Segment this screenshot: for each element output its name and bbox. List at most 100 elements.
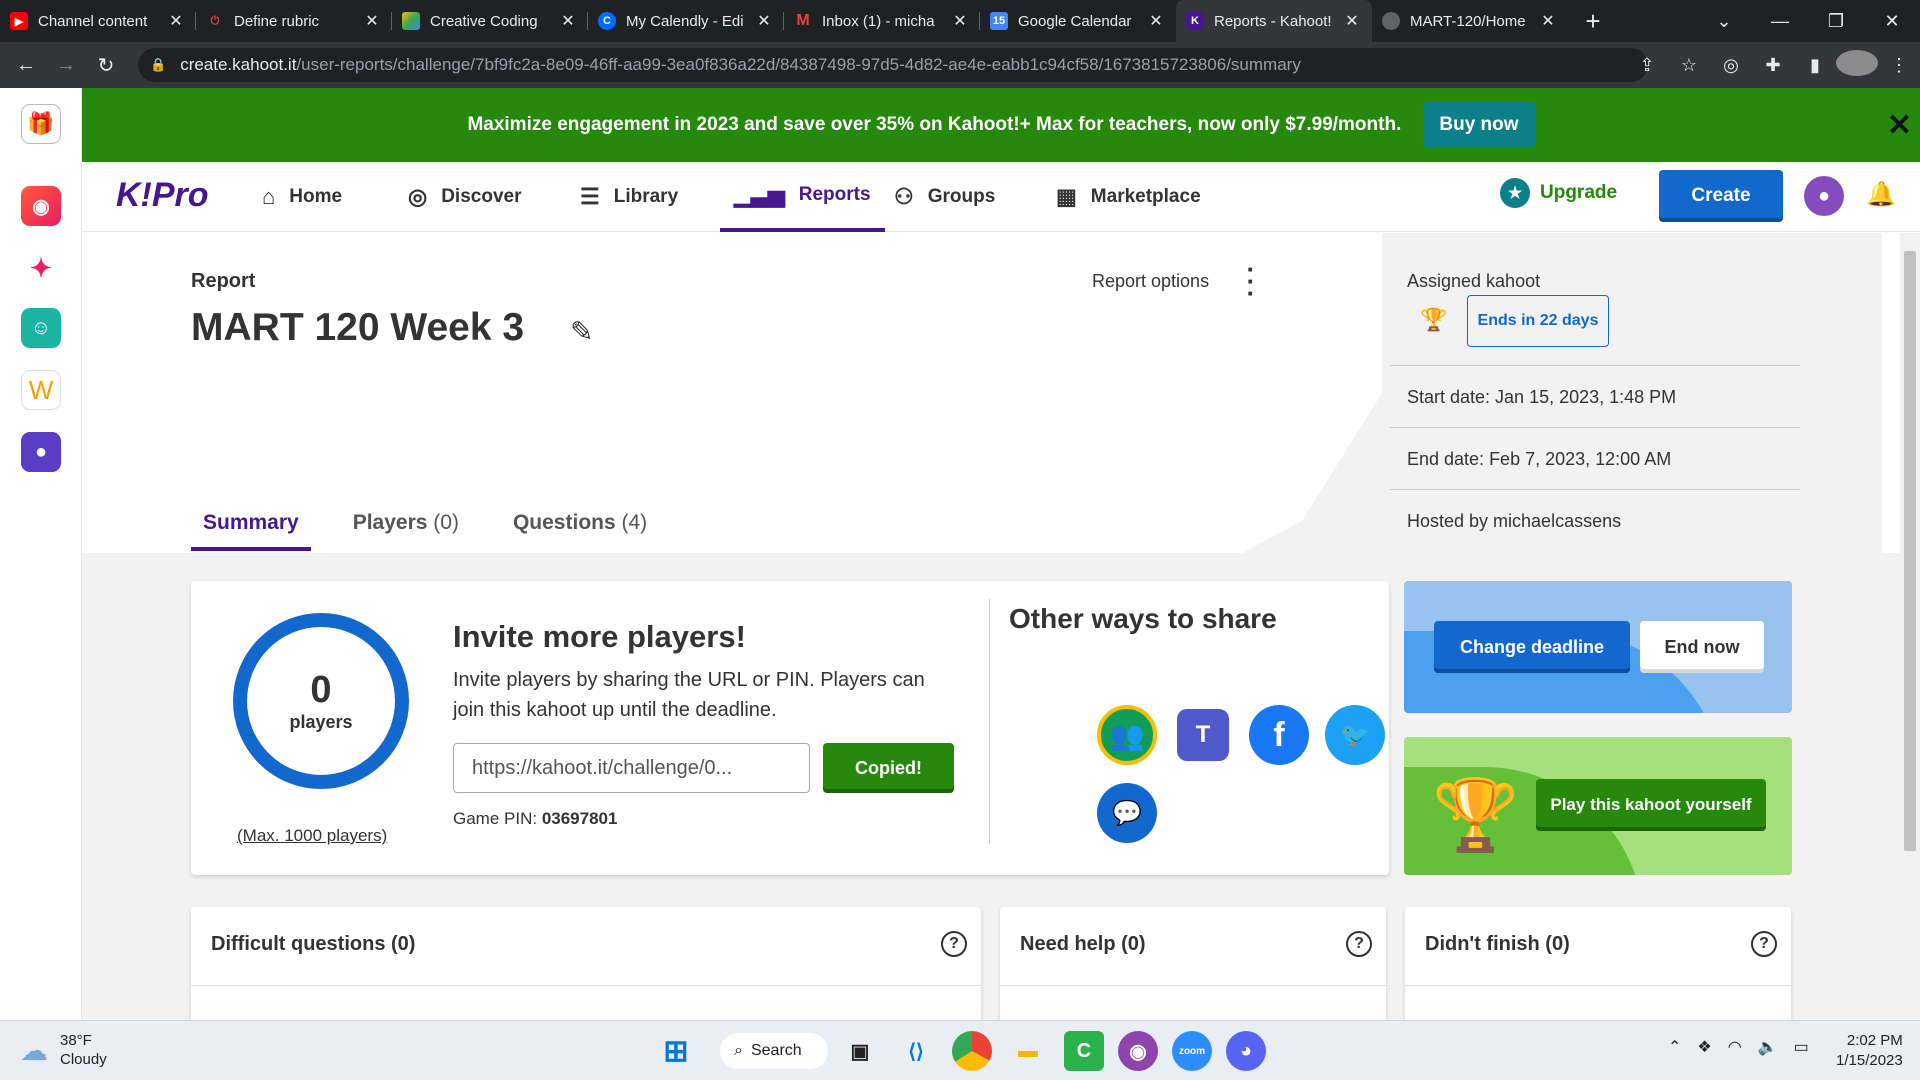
extension-check-icon[interactable]: ◎ bbox=[1710, 55, 1752, 76]
copy-button[interactable]: Copied! bbox=[823, 743, 954, 793]
kahoot-pro-logo[interactable]: K!Pro bbox=[116, 176, 209, 215]
nav-discover[interactable]: ◎ Discover bbox=[408, 162, 521, 232]
file-explorer-icon[interactable]: ▬ bbox=[1008, 1031, 1048, 1071]
close-icon[interactable]: ✕ bbox=[1146, 11, 1166, 31]
deadline-card: Change deadline End now bbox=[1404, 581, 1792, 713]
change-deadline-button[interactable]: Change deadline bbox=[1434, 621, 1630, 673]
task-view-icon[interactable]: ▣ bbox=[840, 1031, 880, 1071]
tab-questions[interactable]: Questions (4) bbox=[501, 503, 659, 551]
close-icon[interactable]: ✕ bbox=[558, 11, 578, 31]
close-icon[interactable]: ✕ bbox=[166, 11, 186, 31]
upgrade-button[interactable]: ★ Upgrade bbox=[1500, 178, 1617, 208]
close-window-icon[interactable]: ✕ bbox=[1864, 11, 1920, 32]
facebook-icon[interactable]: f bbox=[1249, 705, 1309, 765]
zoom-icon[interactable]: zoom bbox=[1172, 1031, 1212, 1071]
chat-icon[interactable]: 💬 bbox=[1097, 783, 1157, 843]
reload-icon[interactable]: ↻ bbox=[86, 53, 126, 78]
address-bar[interactable]: 🔒 create.kahoot.it/user-reports/challeng… bbox=[138, 48, 1648, 82]
browser-tab-strip: ▶ Channel content ✕ ⏻ Define rubric ✕ Creati… bbox=[0, 0, 1920, 42]
extensions-icon[interactable]: ✚ bbox=[1752, 55, 1794, 76]
browser-tab-active[interactable]: K Reports - Kahoot! ✕ bbox=[1176, 0, 1372, 42]
close-icon[interactable]: ✕ bbox=[754, 11, 774, 31]
google-classroom-icon[interactable]: 👥 bbox=[1097, 705, 1157, 765]
power-icon: ⏻ bbox=[210, 14, 220, 27]
scrollbar-thumb[interactable] bbox=[1904, 251, 1916, 851]
side-panel-icon[interactable]: ▮ bbox=[1794, 55, 1836, 76]
bookmark-star-icon[interactable]: ☆ bbox=[1668, 55, 1710, 76]
play-yourself-button[interactable]: Play this kahoot yourself bbox=[1536, 779, 1766, 831]
end-now-button[interactable]: End now bbox=[1640, 621, 1764, 673]
profile-icon[interactable] bbox=[1836, 49, 1878, 81]
help-icon[interactable]: ? bbox=[1751, 931, 1777, 957]
trophy-play-icon: 🏆 bbox=[1432, 776, 1520, 854]
buy-now-button[interactable]: Buy now bbox=[1423, 102, 1535, 148]
challenge-url-field[interactable]: https://kahoot.it/challenge/0... bbox=[453, 743, 810, 793]
help-icon[interactable]: ? bbox=[941, 931, 967, 957]
battery-icon[interactable]: ▭ bbox=[1794, 1037, 1809, 1057]
tab-summary[interactable]: Summary bbox=[191, 503, 311, 551]
taskbar-search[interactable]: ⌕ Search bbox=[720, 1033, 828, 1069]
close-icon[interactable]: ✕ bbox=[950, 11, 970, 31]
player-count-label: players bbox=[289, 712, 353, 732]
weather-widget[interactable]: ☁ 38°F Cloudy bbox=[20, 1031, 107, 1069]
github-desktop-icon[interactable]: ◉ bbox=[1118, 1031, 1158, 1071]
menu-icon[interactable]: ⋮ bbox=[1878, 55, 1920, 76]
chevron-up-icon[interactable]: ⌃ bbox=[1668, 1037, 1681, 1057]
app-green-icon[interactable]: C bbox=[1064, 1031, 1104, 1071]
system-clock[interactable]: 2:02 PM 1/15/2023 bbox=[1836, 1031, 1903, 1071]
share-icon[interactable]: ⇪ bbox=[1626, 55, 1668, 76]
youtube-icon: ▶ bbox=[10, 12, 28, 30]
new-tab-icon[interactable]: + bbox=[1578, 6, 1608, 37]
bell-icon[interactable]: 🔔 bbox=[1866, 180, 1896, 209]
report-options-button[interactable]: Report options bbox=[1092, 271, 1209, 292]
avatar[interactable]: ● bbox=[1804, 176, 1844, 216]
chevron-down-icon[interactable]: ⌄ bbox=[1696, 11, 1752, 32]
max-players-link[interactable]: (Max. 1000 players) bbox=[237, 826, 387, 846]
help-icon[interactable]: ? bbox=[1346, 931, 1372, 957]
app-icon-1[interactable]: ◉ bbox=[21, 186, 61, 226]
forward-icon[interactable]: → bbox=[46, 54, 86, 77]
tab-players[interactable]: Players (0) bbox=[341, 503, 471, 551]
more-options-icon[interactable]: · · · bbox=[1246, 256, 1256, 306]
nav-library[interactable]: ☰ Library bbox=[580, 162, 678, 232]
browser-tab[interactable]: ⏻ Define rubric ✕ bbox=[196, 0, 392, 42]
nav-groups[interactable]: ⚇ Groups bbox=[894, 162, 995, 232]
pencil-icon[interactable]: ✎ bbox=[570, 315, 593, 348]
close-icon[interactable]: ✕ bbox=[1342, 11, 1362, 31]
browser-tab[interactable]: MART-120/Home ✕ bbox=[1372, 0, 1568, 42]
nav-label: Marketplace bbox=[1090, 186, 1201, 207]
browser-tab[interactable]: ▶ Channel content ✕ bbox=[0, 0, 196, 42]
windows-start-icon[interactable]: ⊞ bbox=[656, 1031, 696, 1071]
vscode-icon[interactable]: ⟨⟩ bbox=[896, 1031, 936, 1071]
gift-icon[interactable]: 🎁 bbox=[21, 104, 61, 144]
nav-marketplace[interactable]: ▦ Marketplace bbox=[1056, 162, 1201, 232]
browser-tab[interactable]: M Inbox (1) - micha ✕ bbox=[784, 0, 980, 42]
app-icon-w[interactable]: W bbox=[21, 370, 61, 410]
close-icon[interactable]: ✕ bbox=[1538, 11, 1558, 31]
browser-tab[interactable]: C My Calendly - Edi ✕ bbox=[588, 0, 784, 42]
microsoft-teams-icon[interactable]: T bbox=[1177, 709, 1229, 761]
restore-icon[interactable]: ❐ bbox=[1808, 11, 1864, 32]
close-icon[interactable]: ✕ bbox=[1887, 108, 1912, 143]
close-icon[interactable]: ✕ bbox=[362, 11, 382, 31]
nav-reports[interactable]: ▁▃▅ Reports bbox=[720, 162, 885, 232]
kahoot-icon: K bbox=[1186, 12, 1204, 30]
browser-tab[interactable]: Creative Coding ✕ bbox=[392, 0, 588, 42]
create-button[interactable]: Create bbox=[1659, 170, 1783, 222]
app-icon-3[interactable]: ☺ bbox=[21, 308, 61, 348]
page-scrollbar[interactable] bbox=[1900, 233, 1920, 1020]
dropbox-icon[interactable]: ❖ bbox=[1697, 1037, 1711, 1057]
app-icon-5[interactable]: ● bbox=[21, 432, 61, 472]
volume-icon[interactable]: 🔈 bbox=[1758, 1037, 1778, 1057]
browser-tab[interactable]: 15 Google Calendar ✕ bbox=[980, 0, 1176, 42]
nav-home[interactable]: ⌂ Home bbox=[262, 162, 342, 232]
app-icon-2[interactable]: ✦ bbox=[21, 248, 61, 288]
chrome-icon[interactable] bbox=[952, 1031, 992, 1071]
ends-badge: Ends in 22 days bbox=[1467, 295, 1609, 347]
play-card: 🏆 Play this kahoot yourself bbox=[1404, 737, 1792, 875]
back-icon[interactable]: ← bbox=[6, 54, 46, 77]
discord-icon[interactable]: ◕ bbox=[1226, 1031, 1266, 1071]
minimize-icon[interactable]: — bbox=[1752, 11, 1808, 32]
twitter-icon[interactable]: 🐦 bbox=[1325, 705, 1385, 765]
wifi-icon[interactable]: ◠ bbox=[1728, 1037, 1742, 1057]
